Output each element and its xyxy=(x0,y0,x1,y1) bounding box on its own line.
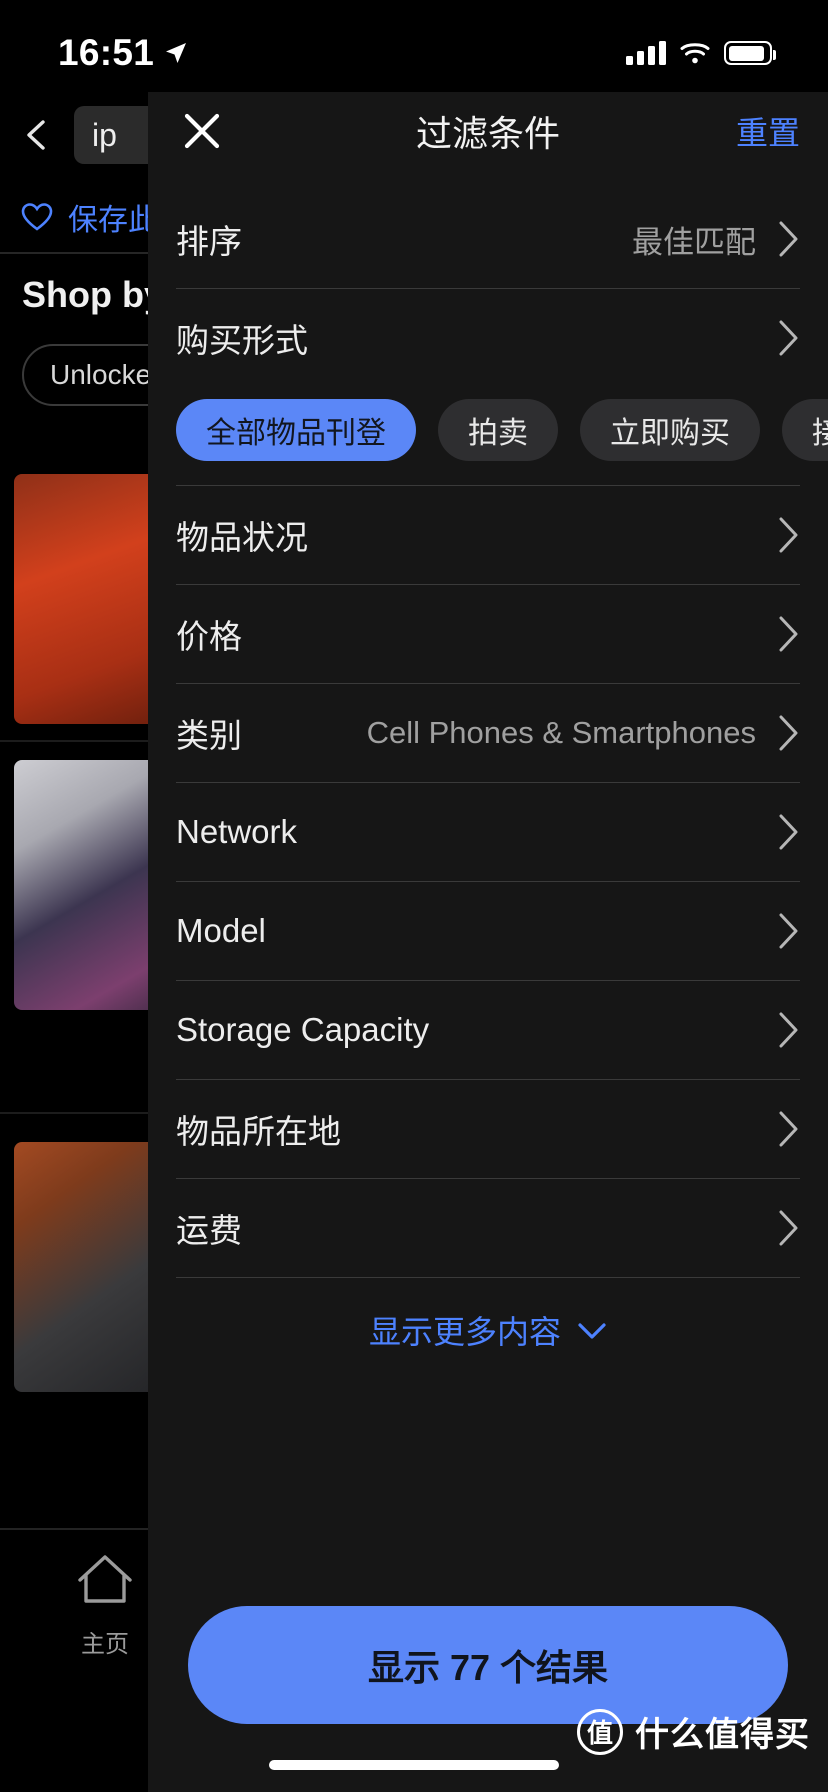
shop-by-heading: Shop by xyxy=(22,274,164,315)
filter-row-label: 价格 xyxy=(176,618,242,655)
buying-format-chip-row[interactable]: 全部物品刊登 拍卖 立即购买 接受议价 xyxy=(148,387,828,485)
chevron-right-icon xyxy=(778,319,800,357)
watermark: 值 什么值得买 xyxy=(577,1707,810,1756)
status-bar-left: 16:51 xyxy=(58,32,188,74)
filter-list: 排序 最佳匹配 购买形式 全部物品刊登 拍卖 立即购买 接 物品状况 价格 类别… xyxy=(148,190,828,1682)
wifi-icon xyxy=(680,41,710,65)
status-bar-right xyxy=(626,41,776,65)
filter-row-value: 最佳匹配 xyxy=(632,224,756,260)
filter-row-label: 购买形式 xyxy=(176,322,308,359)
filter-row-label: Network xyxy=(176,813,298,850)
chevron-right-icon xyxy=(778,1110,800,1148)
filter-row-condition[interactable]: 物品状况 xyxy=(176,486,800,584)
watermark-text: 什么值得买 xyxy=(635,1716,810,1754)
home-icon xyxy=(74,1551,136,1614)
filter-row-label: Model xyxy=(176,912,266,949)
show-results-label: 显示 77 个结果 xyxy=(367,1647,609,1688)
filter-row-label: Storage Capacity xyxy=(176,1011,430,1048)
chip-buy-it-now[interactable]: 立即购买 xyxy=(580,399,760,461)
chip-all-listings[interactable]: 全部物品刊登 xyxy=(176,399,416,461)
chevron-right-icon xyxy=(778,615,800,653)
chip-label: 拍卖 xyxy=(468,417,528,450)
phone-screen: ip 保存此搜索 Shop by Unlocked 主页 16:51 过滤条件 … xyxy=(0,0,828,1792)
filter-row-item-location[interactable]: 物品所在地 xyxy=(176,1080,800,1178)
chevron-right-icon xyxy=(778,813,800,851)
filter-row-price[interactable]: 价格 xyxy=(176,585,800,683)
filter-row-label: 类别 xyxy=(176,717,242,754)
chevron-down-icon xyxy=(577,1312,607,1349)
filter-row-shipping[interactable]: 运费 xyxy=(176,1179,800,1277)
home-indicator xyxy=(269,1760,559,1770)
chevron-right-icon xyxy=(778,714,800,752)
filter-row-model[interactable]: Model xyxy=(176,882,800,980)
chevron-right-icon xyxy=(778,220,800,258)
tab-home-label: 主页 xyxy=(81,1631,129,1658)
close-x-icon[interactable] xyxy=(176,105,228,157)
search-input-value: ip xyxy=(92,116,117,153)
filter-row-buying-format[interactable]: 购买形式 xyxy=(176,289,800,387)
filter-row-category[interactable]: 类别 Cell Phones & Smartphones xyxy=(176,684,800,782)
filter-sheet: 过滤条件 重置 排序 最佳匹配 购买形式 全部物品刊登 拍卖 立即购买 接 物品… xyxy=(148,72,828,1792)
chip-auction[interactable]: 拍卖 xyxy=(438,399,558,461)
filter-row-storage-capacity[interactable]: Storage Capacity xyxy=(176,981,800,1079)
chevron-right-icon xyxy=(778,1209,800,1247)
chip-label: 立即购买 xyxy=(610,417,730,450)
location-arrow-icon xyxy=(164,41,188,65)
watermark-logo-icon: 值 xyxy=(577,1708,623,1755)
filter-row-network[interactable]: Network xyxy=(176,783,800,881)
filter-row-label: 排序 xyxy=(176,223,242,260)
filter-row-sort[interactable]: 排序 最佳匹配 xyxy=(176,190,800,288)
chip-label: 接受议价 xyxy=(812,417,828,450)
chevron-right-icon xyxy=(778,1011,800,1049)
heart-outline-icon xyxy=(20,200,54,234)
filter-row-value: Cell Phones & Smartphones xyxy=(366,715,756,750)
show-more-label: 显示更多内容 xyxy=(368,1314,561,1350)
chevron-right-icon xyxy=(778,516,800,554)
filter-row-label: 物品状况 xyxy=(176,519,308,556)
chip-label: 全部物品刊登 xyxy=(206,417,386,450)
chevron-right-icon xyxy=(778,912,800,950)
filter-row-label: 物品所在地 xyxy=(176,1113,341,1150)
battery-icon xyxy=(724,41,776,65)
status-time: 16:51 xyxy=(58,32,155,73)
cellular-signal-icon xyxy=(626,41,666,65)
reset-button[interactable]: 重置 xyxy=(736,108,800,154)
back-chevron-icon[interactable] xyxy=(20,118,54,152)
chip-best-offer[interactable]: 接受议价 xyxy=(782,399,828,461)
show-more-button[interactable]: 显示更多内容 xyxy=(148,1278,828,1382)
filter-row-label: 运费 xyxy=(176,1212,242,1249)
status-bar: 16:51 xyxy=(0,0,828,92)
